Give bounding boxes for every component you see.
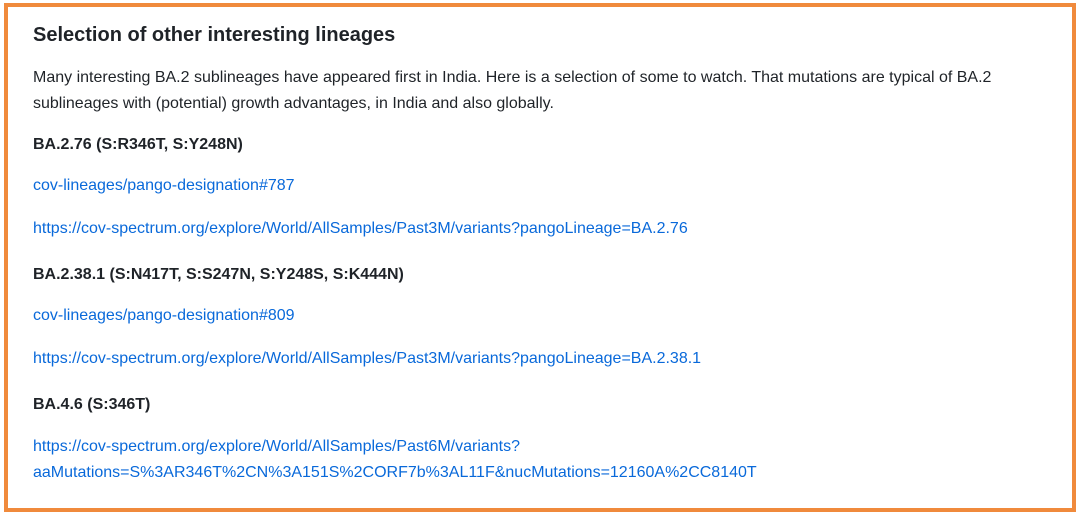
lineage-title: BA.2.76 (S:R346T, S:Y248N) [33,136,243,153]
section-intro: Many interesting BA.2 sublineages have a… [33,69,992,112]
pango-designation-link[interactable]: cov-lineages/pango-designation#809 [33,307,295,324]
lineage-ba-2-38-1: BA.2.38.1 (S:N417T, S:S247N, S:Y248S, S:… [33,263,1058,371]
cov-spectrum-link[interactable]: https://cov-spectrum.org/explore/World/A… [33,220,688,237]
cov-spectrum-link[interactable]: https://cov-spectrum.org/explore/World/A… [33,350,701,367]
pango-designation-link[interactable]: cov-lineages/pango-designation#787 [33,177,295,194]
lineage-title: BA.4.6 (S:346T) [33,396,151,413]
section-content: Selection of other interesting lineages … [33,21,1058,486]
cov-spectrum-link[interactable]: https://cov-spectrum.org/explore/World/A… [33,438,757,481]
link-line-1: https://cov-spectrum.org/explore/World/A… [33,438,521,455]
link-line-2: aaMutations=S%3AR346T%2CN%3A151S%2CORF7b… [33,464,757,481]
lineage-title: BA.2.38.1 (S:N417T, S:S247N, S:Y248S, S:… [33,266,404,283]
lineage-ba-2-76: BA.2.76 (S:R346T, S:Y248N) cov-lineages/… [33,133,1058,241]
section-heading: Selection of other interesting lineages [33,24,396,46]
highlight-frame: Selection of other interesting lineages … [4,3,1076,512]
lineage-ba-4-6: BA.4.6 (S:346T) https://cov-spectrum.org… [33,393,1058,486]
